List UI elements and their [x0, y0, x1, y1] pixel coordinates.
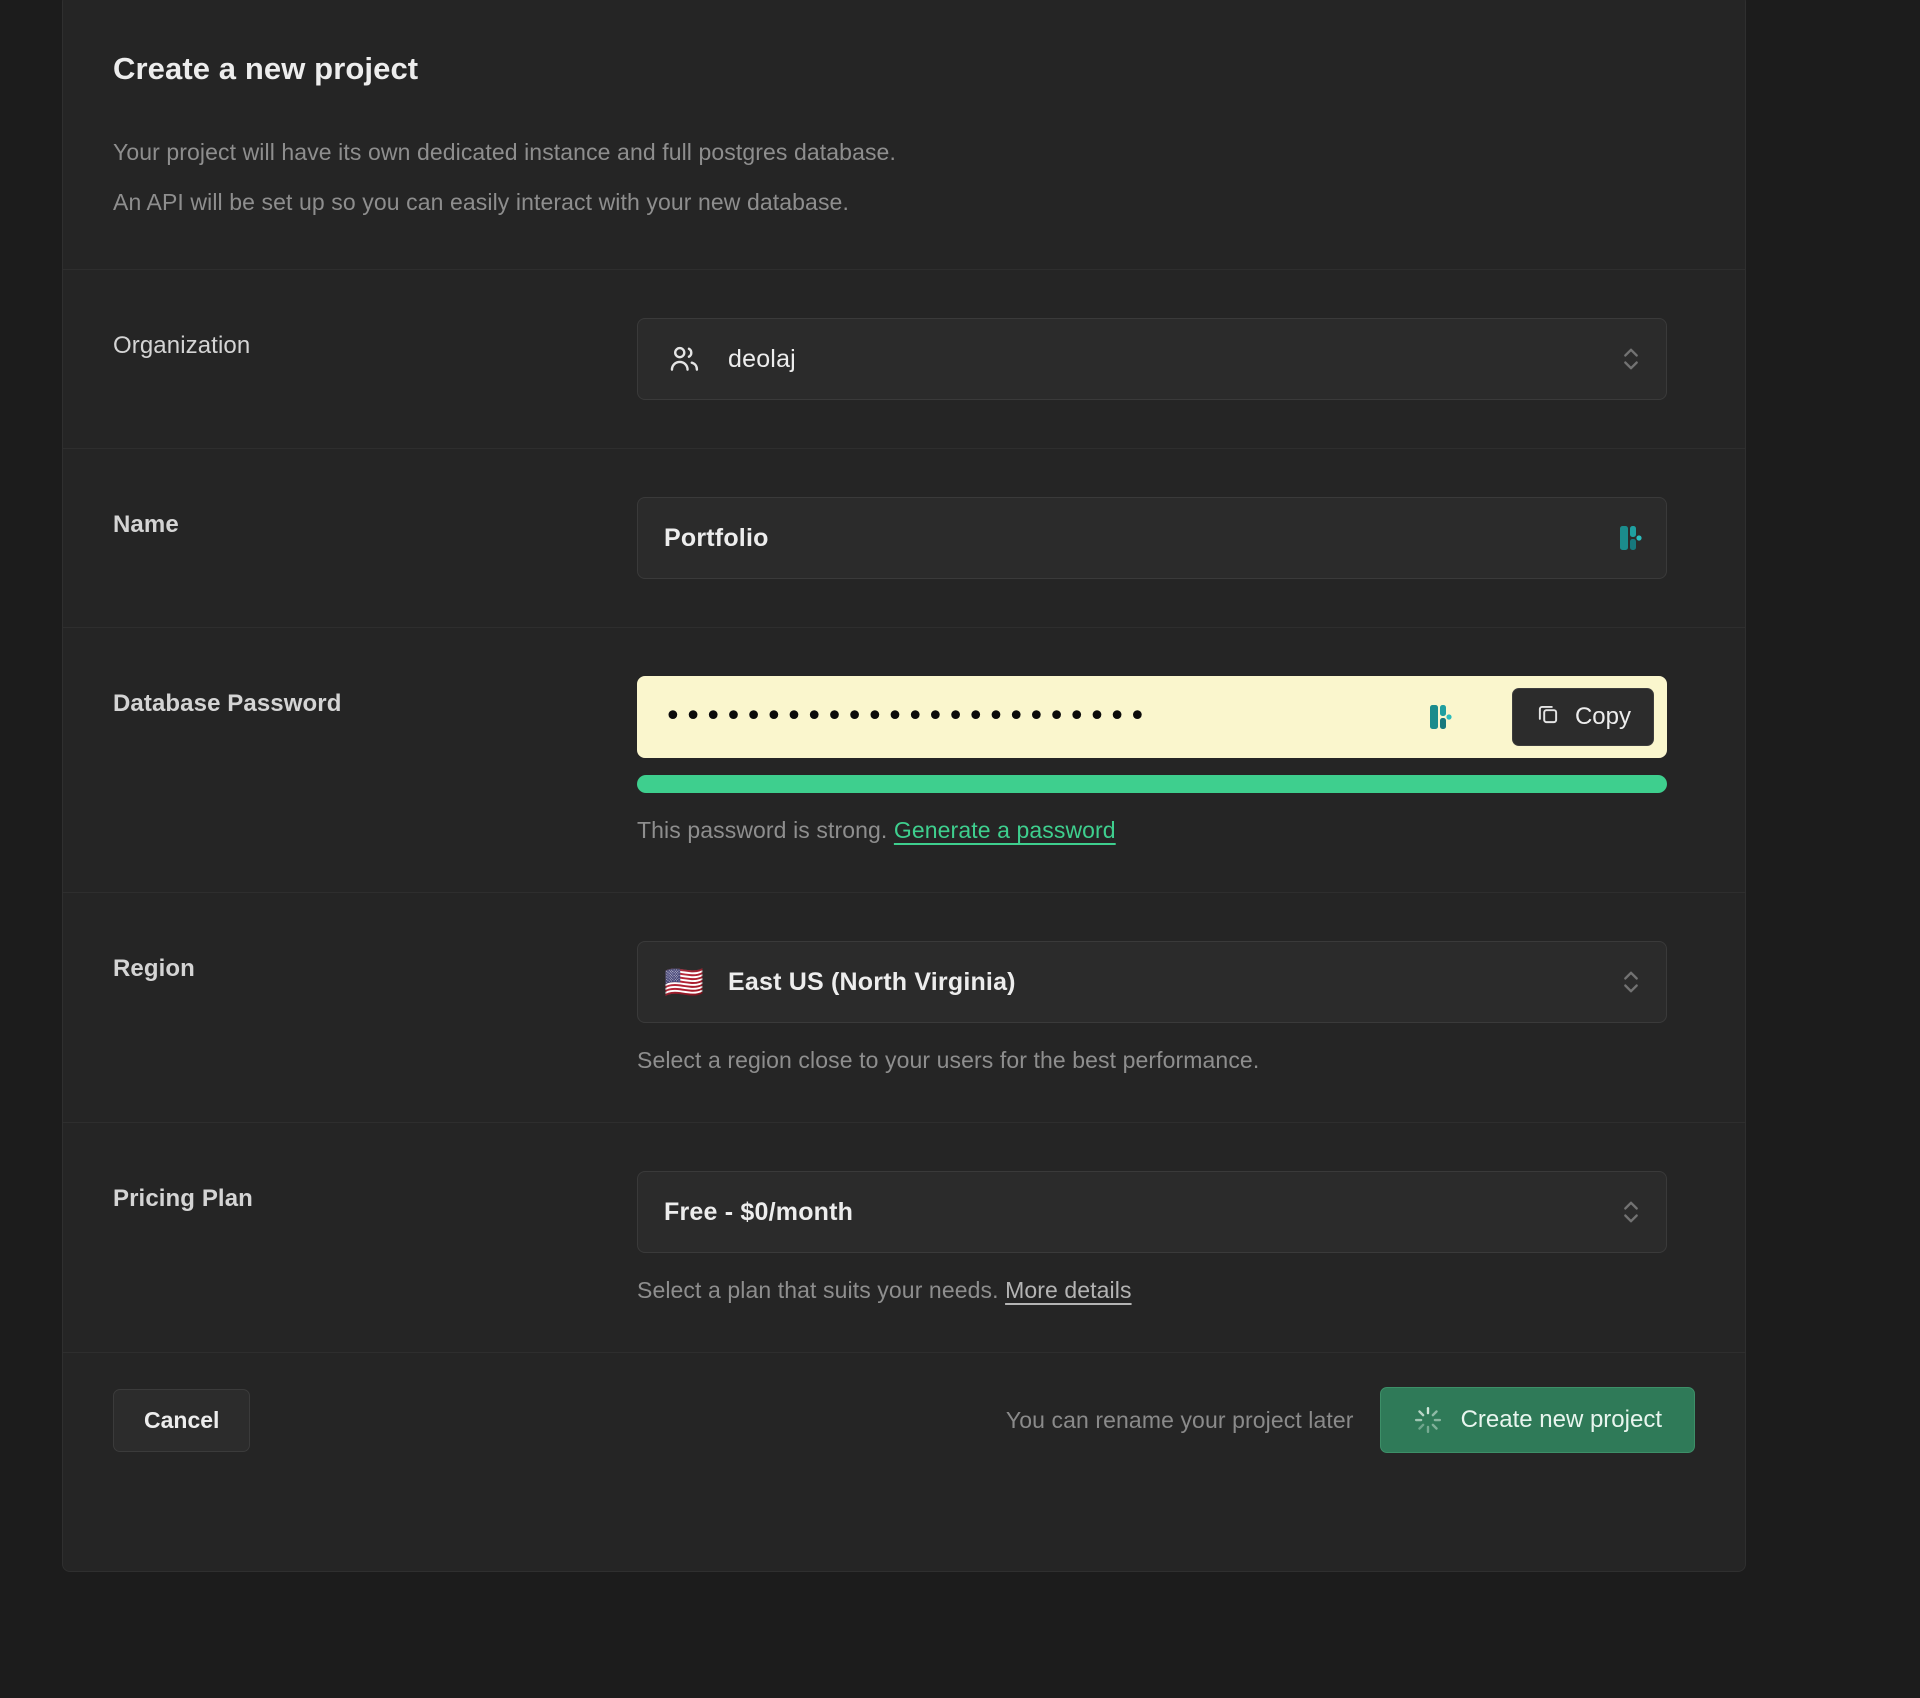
region-select[interactable]: 🇺🇸 East US (North Virginia): [637, 941, 1667, 1023]
region-row: Region 🇺🇸 East US (North Virginia) Selec…: [63, 893, 1745, 1123]
chevron-up-down-icon: [1620, 1195, 1642, 1229]
database-password-label: Database Password: [113, 676, 637, 718]
pricing-plan-row: Pricing Plan Free - $0/month Select a pl…: [63, 1123, 1745, 1353]
pricing-plan-helper-text: Select a plan that suits your needs.: [637, 1277, 999, 1303]
create-new-project-label: Create new project: [1461, 1406, 1662, 1434]
database-password-control: ••••••••••••••••••••••••: [637, 676, 1667, 844]
database-password-value: ••••••••••••••••••••••••: [664, 702, 1149, 732]
database-password-input[interactable]: ••••••••••••••••••••••••: [637, 676, 1667, 758]
organization-select[interactable]: deolaj: [637, 318, 1667, 400]
organization-value: deolaj: [728, 345, 796, 374]
dialog-description-line-2: An API will be set up so you can easily …: [113, 177, 1695, 227]
page-root: Create a new project Your project will h…: [0, 0, 1920, 1698]
name-row: Name Portfolio: [63, 449, 1745, 628]
region-label: Region: [113, 941, 637, 983]
pricing-plan-control: Free - $0/month Select a plan that suits…: [637, 1171, 1667, 1304]
organization-row: Organization deolaj: [63, 270, 1745, 449]
pricing-plan-helper: Select a plan that suits your needs. Mor…: [637, 1277, 1667, 1304]
chevron-up-down-icon: [1620, 342, 1642, 376]
copy-icon: [1535, 701, 1561, 734]
loading-spinner-icon: [1413, 1405, 1443, 1435]
create-new-project-button[interactable]: Create new project: [1380, 1387, 1695, 1453]
region-control: 🇺🇸 East US (North Virginia) Select a reg…: [637, 941, 1667, 1074]
name-control: Portfolio: [637, 497, 1667, 579]
page-title: Create a new project: [113, 51, 1695, 87]
pricing-plan-value: Free - $0/month: [664, 1198, 853, 1227]
password-manager-autofill-icon[interactable]: [1618, 523, 1644, 553]
name-label: Name: [113, 497, 637, 539]
organization-label: Organization: [113, 318, 637, 360]
pricing-plan-select[interactable]: Free - $0/month: [637, 1171, 1667, 1253]
project-name-value: Portfolio: [664, 524, 769, 553]
create-project-dialog: Create a new project Your project will h…: [62, 0, 1746, 1572]
password-strength-bar: [637, 775, 1667, 793]
copy-password-button[interactable]: Copy: [1512, 688, 1654, 746]
cancel-button[interactable]: Cancel: [113, 1389, 250, 1452]
pricing-plan-label: Pricing Plan: [113, 1171, 637, 1213]
dialog-header: Create a new project Your project will h…: [63, 0, 1745, 270]
project-name-input[interactable]: Portfolio: [637, 497, 1667, 579]
region-value: East US (North Virginia): [728, 968, 1016, 997]
password-strength-text: This password is strong.: [637, 817, 887, 843]
dialog-description-line-1: Your project will have its own dedicated…: [113, 127, 1695, 177]
region-helper-text: Select a region close to your users for …: [637, 1047, 1667, 1074]
chevron-up-down-icon: [1620, 965, 1642, 999]
database-password-row: Database Password ••••••••••••••••••••••…: [63, 628, 1745, 893]
copy-button-label: Copy: [1575, 703, 1631, 731]
us-flag-glyph: 🇺🇸: [664, 966, 704, 998]
password-strength-helper: This password is strong. Generate a pass…: [637, 817, 1667, 844]
generate-password-link[interactable]: Generate a password: [894, 817, 1116, 843]
more-details-link[interactable]: More details: [1005, 1277, 1131, 1303]
us-flag-icon: 🇺🇸: [664, 962, 704, 1002]
password-manager-autofill-icon[interactable]: [1428, 702, 1454, 732]
dialog-footer: Cancel You can rename your project later: [63, 1353, 1745, 1487]
organization-control: deolaj: [637, 318, 1667, 400]
footer-note: You can rename your project later: [1006, 1407, 1354, 1434]
users-icon: [664, 339, 704, 379]
